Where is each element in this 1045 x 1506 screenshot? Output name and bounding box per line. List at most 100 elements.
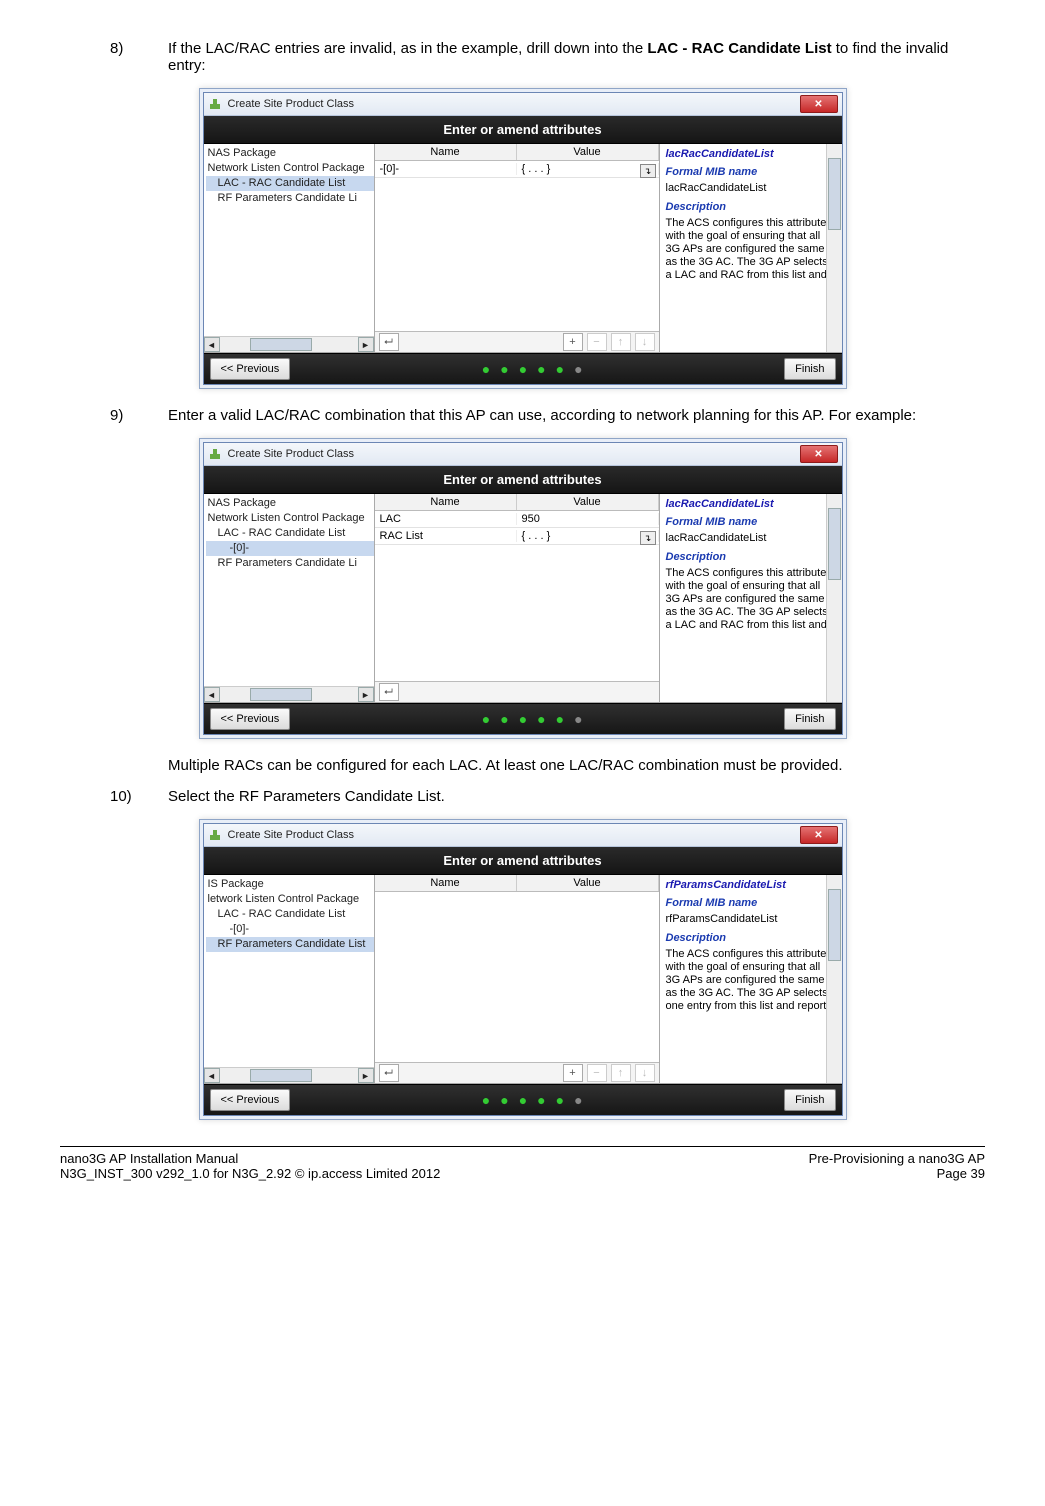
tree-item-selected[interactable]: RF Parameters Candidate List — [206, 937, 374, 952]
remove-button[interactable]: − — [587, 1064, 607, 1082]
tree-item-selected[interactable]: LAC - RAC Candidate List — [206, 176, 374, 191]
tree-item[interactable]: RF Parameters Candidate Li — [206, 191, 374, 206]
scroll-right-icon[interactable]: ► — [358, 687, 374, 702]
tree-item[interactable]: Network Listen Control Package — [206, 511, 374, 526]
cell-value[interactable]: 950 — [517, 513, 659, 525]
tree-panel: NAS Package Network Listen Control Packa… — [204, 144, 375, 352]
remove-button[interactable]: − — [587, 333, 607, 351]
column-header-name[interactable]: Name — [375, 494, 517, 510]
close-button[interactable]: ✕ — [800, 445, 838, 463]
scroll-right-icon[interactable]: ► — [358, 1068, 374, 1083]
banner: Enter or amend attributes — [204, 116, 842, 144]
grid-row[interactable]: LAC 950 — [375, 511, 659, 528]
info-panel: rfParamsCandidateList Formal MIB name rf… — [660, 875, 842, 1083]
tree-item[interactable]: -[0]- — [206, 922, 374, 937]
horizontal-scrollbar[interactable]: ◄ ► — [204, 686, 374, 702]
info-text: The ACS configures this attribute with t… — [666, 948, 836, 1013]
tree-item-selected[interactable]: -[0]- — [206, 541, 374, 556]
vertical-scrollbar[interactable] — [826, 144, 842, 352]
add-button[interactable]: + — [563, 1064, 583, 1082]
tree-panel: IS Package letwork Listen Control Packag… — [204, 875, 375, 1083]
scroll-left-icon[interactable]: ◄ — [204, 1068, 220, 1083]
step-text: Enter a valid LAC/RAC combination that t… — [158, 407, 985, 424]
wizard-nav-bar: << Previous ●●●●●● Finish — [204, 353, 842, 384]
scroll-thumb[interactable] — [250, 688, 312, 701]
grid-row[interactable]: -[0]- { . . . }↴ — [375, 161, 659, 178]
vertical-scrollbar[interactable] — [826, 875, 842, 1083]
grid-row[interactable]: RAC List { . . . }↴ — [375, 528, 659, 545]
cell-name: -[0]- — [375, 163, 517, 175]
dropdown-icon[interactable]: ↴ — [640, 164, 656, 178]
banner: Enter or amend attributes — [204, 466, 842, 494]
step-text: If the LAC/RAC entries are invalid, as i… — [158, 40, 985, 74]
previous-button[interactable]: << Previous — [210, 1089, 291, 1111]
scroll-thumb[interactable] — [828, 508, 841, 580]
info-section: Description — [666, 932, 836, 944]
horizontal-scrollbar[interactable]: ◄ ► — [204, 336, 374, 352]
move-down-button[interactable]: ↓ — [635, 1064, 655, 1082]
scroll-thumb[interactable] — [828, 158, 841, 230]
dropdown-icon[interactable]: ↴ — [640, 531, 656, 545]
info-section: Description — [666, 201, 836, 213]
tree-item[interactable]: LAC - RAC Candidate List — [206, 907, 374, 922]
nav-up-button[interactable]: ⮠ — [379, 683, 399, 701]
tree-item[interactable]: letwork Listen Control Package — [206, 892, 374, 907]
close-button[interactable]: ✕ — [800, 826, 838, 844]
column-header-value[interactable]: Value — [517, 875, 659, 891]
tree-item[interactable]: IS Package — [206, 877, 374, 892]
move-down-button[interactable]: ↓ — [635, 333, 655, 351]
window-title: Create Site Product Class — [228, 448, 800, 460]
footer-section: Pre-Provisioning a nano3G AP — [809, 1151, 985, 1166]
move-up-button[interactable]: ↑ — [611, 333, 631, 351]
tree-item[interactable]: NAS Package — [206, 496, 374, 511]
column-header-name[interactable]: Name — [375, 875, 517, 891]
finish-button[interactable]: Finish — [784, 358, 835, 380]
grid-panel: Name Value LAC 950 RAC List { . . . }↴ ⮠ — [375, 494, 660, 702]
cell-name: LAC — [375, 513, 517, 525]
cell-name: RAC List — [375, 530, 517, 542]
close-button[interactable]: ✕ — [800, 95, 838, 113]
scroll-right-icon[interactable]: ► — [358, 337, 374, 352]
step-9: 9) Enter a valid LAC/RAC combination tha… — [60, 407, 985, 424]
footer-doc-title: nano3G AP Installation Manual — [60, 1151, 440, 1166]
info-section: Formal MIB name — [666, 516, 836, 528]
finish-button[interactable]: Finish — [784, 1089, 835, 1111]
titlebar: Create Site Product Class ✕ — [204, 824, 842, 847]
scroll-thumb[interactable] — [250, 338, 312, 351]
column-header-value[interactable]: Value — [517, 144, 659, 160]
scroll-thumb[interactable] — [828, 889, 841, 961]
tree-item[interactable]: Network Listen Control Package — [206, 161, 374, 176]
cell-value[interactable]: { . . . }↴ — [517, 163, 659, 175]
step-9-note: Multiple RACs can be configured for each… — [168, 757, 985, 774]
scroll-left-icon[interactable]: ◄ — [204, 687, 220, 702]
previous-button[interactable]: << Previous — [210, 358, 291, 380]
tree-item[interactable]: LAC - RAC Candidate List — [206, 526, 374, 541]
info-panel: lacRacCandidateList Formal MIB name lacR… — [660, 494, 842, 702]
scroll-thumb[interactable] — [250, 1069, 312, 1082]
mib-title: rfParamsCandidateList — [666, 879, 836, 891]
info-text: The ACS configures this attribute with t… — [666, 567, 836, 632]
step-number: 10) — [60, 788, 158, 805]
info-text: lacRacCandidateList — [666, 182, 836, 195]
nav-up-button[interactable]: ⮠ — [379, 333, 399, 351]
wizard-dialog: Create Site Product Class ✕ Enter or ame… — [199, 819, 847, 1120]
column-header-value[interactable]: Value — [517, 494, 659, 510]
nav-up-button[interactable]: ⮠ — [379, 1064, 399, 1082]
scroll-left-icon[interactable]: ◄ — [204, 337, 220, 352]
tree-item[interactable]: NAS Package — [206, 146, 374, 161]
add-button[interactable]: + — [563, 333, 583, 351]
wizard-nav-bar: << Previous ●●●●●● Finish — [204, 1084, 842, 1115]
tree-item[interactable]: RF Parameters Candidate Li — [206, 556, 374, 571]
column-header-name[interactable]: Name — [375, 144, 517, 160]
move-up-button[interactable]: ↑ — [611, 1064, 631, 1082]
horizontal-scrollbar[interactable]: ◄ ► — [204, 1067, 374, 1083]
app-icon — [208, 447, 222, 461]
app-icon — [208, 97, 222, 111]
finish-button[interactable]: Finish — [784, 708, 835, 730]
info-text: rfParamsCandidateList — [666, 913, 836, 926]
progress-dots: ●●●●●● — [290, 711, 784, 727]
vertical-scrollbar[interactable] — [826, 494, 842, 702]
footer-doc-id: N3G_INST_300 v292_1.0 for N3G_2.92 © ip.… — [60, 1166, 440, 1181]
previous-button[interactable]: << Previous — [210, 708, 291, 730]
cell-value[interactable]: { . . . }↴ — [517, 530, 659, 542]
